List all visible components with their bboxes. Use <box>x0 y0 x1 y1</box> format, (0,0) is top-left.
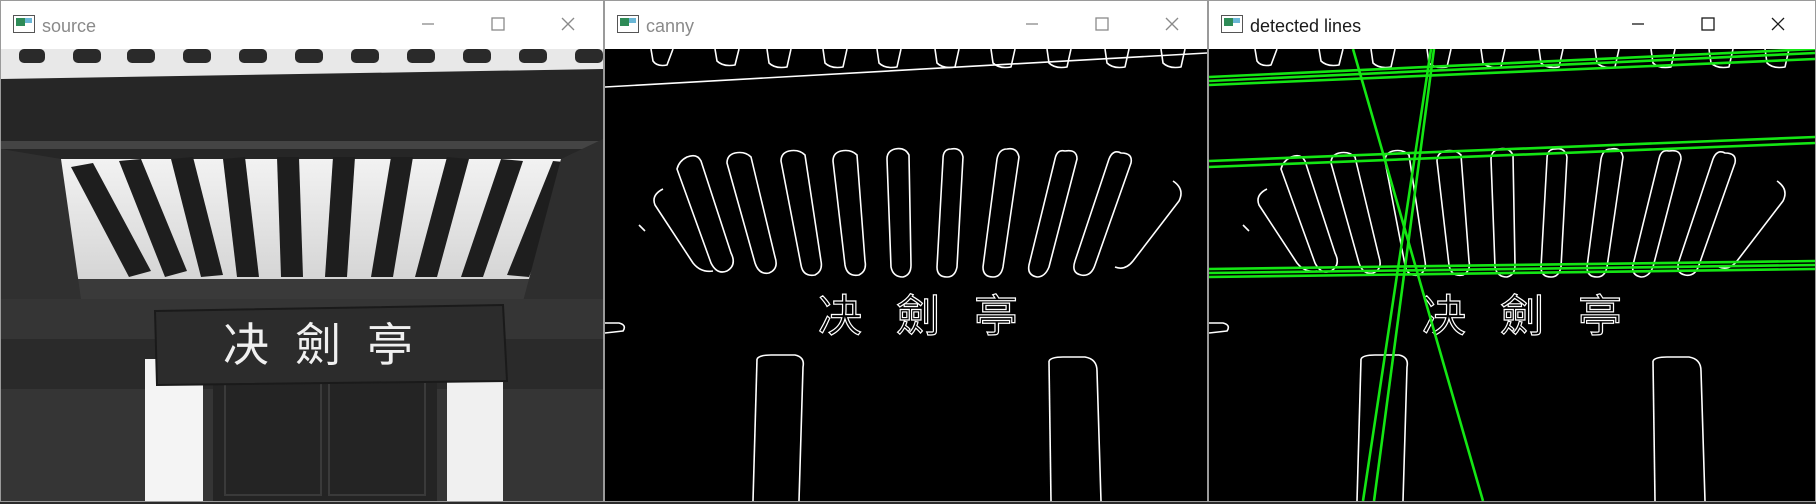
image-view: 决劍亭 <box>1209 49 1815 501</box>
window-title: source <box>42 16 97 36</box>
close-icon <box>561 17 575 31</box>
title-bar[interactable]: detected lines <box>1209 1 1815 49</box>
sign-text: 决劍亭 <box>223 318 439 372</box>
image-view: 决劍亭 <box>605 49 1207 501</box>
close-button[interactable] <box>1755 5 1801 43</box>
minimize-icon <box>422 23 434 25</box>
minimize-icon <box>1632 23 1644 25</box>
app-icon <box>13 15 35 33</box>
app-icon <box>617 15 639 33</box>
window-title: detected lines <box>1250 16 1362 36</box>
maximize-button[interactable] <box>475 5 521 43</box>
title-bar[interactable]: source <box>1 1 603 49</box>
lines-image: 决劍亭 <box>1209 49 1815 501</box>
close-icon <box>1771 17 1785 31</box>
maximize-icon <box>1701 17 1715 31</box>
sign-text-edges: 决劍亭 <box>818 291 1052 342</box>
minimize-button[interactable] <box>1615 5 1661 43</box>
source-image: 决劍亭 <box>1 49 603 501</box>
sign-text-edges: 决劍亭 <box>1422 291 1656 342</box>
minimize-button[interactable] <box>405 5 451 43</box>
canny-image: 决劍亭 <box>605 49 1207 501</box>
detected-lines-window[interactable]: detected lines 决劍亭 <box>1208 0 1816 502</box>
source-window[interactable]: source 决劍亭 <box>0 0 604 502</box>
maximize-icon <box>1095 17 1109 31</box>
window-title: canny <box>646 16 695 36</box>
close-button[interactable] <box>1149 5 1195 43</box>
canny-window[interactable]: canny 决劍亭 <box>604 0 1208 502</box>
app-icon <box>1221 15 1243 33</box>
maximize-button[interactable] <box>1685 5 1731 43</box>
maximize-button[interactable] <box>1079 5 1125 43</box>
maximize-icon <box>491 17 505 31</box>
close-button[interactable] <box>545 5 591 43</box>
title-bar[interactable]: canny <box>605 1 1207 49</box>
minimize-icon <box>1026 23 1038 25</box>
close-icon <box>1165 17 1179 31</box>
image-view: 决劍亭 <box>1 49 603 501</box>
minimize-button[interactable] <box>1009 5 1055 43</box>
